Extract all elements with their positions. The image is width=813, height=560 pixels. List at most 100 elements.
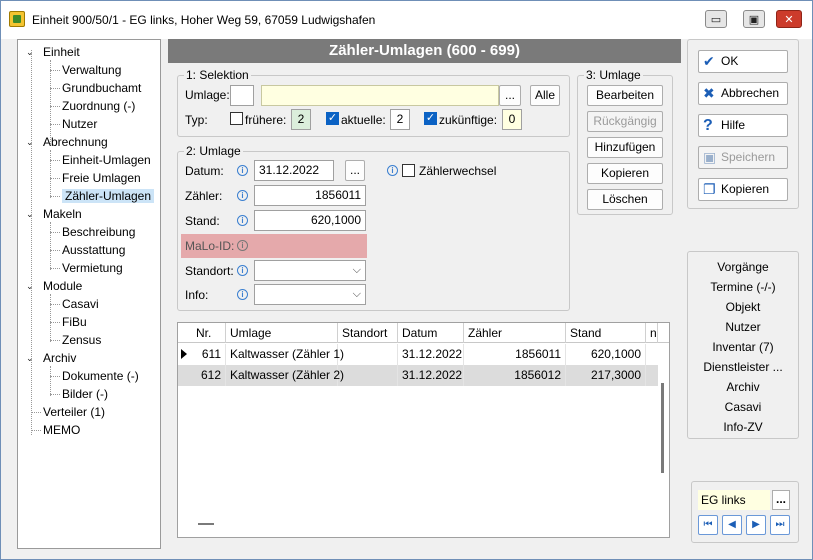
tree-item[interactable]: ⌄ Module: [26, 277, 82, 295]
speichern-button[interactable]: ▣ Speichern: [698, 146, 788, 169]
tree-item[interactable]: ⌄ Abrechnung: [26, 133, 108, 151]
cell-stand: 217,3000: [566, 365, 646, 386]
bearbeiten-button[interactable]: Bearbeiten: [587, 85, 663, 106]
datum-picker-button[interactable]: ...: [345, 160, 365, 181]
minimize-button[interactable]: ▭: [705, 10, 727, 28]
abbrechen-button[interactable]: ✖ Abbrechen: [698, 82, 788, 105]
malo-id-info-icon[interactable]: i: [237, 240, 248, 251]
unit-lookup-button[interactable]: ...: [772, 490, 790, 510]
tree-connector: [50, 196, 60, 197]
chevron-down-icon[interactable]: ⌄: [26, 43, 34, 61]
zaehler-table: Nr. Umlage Standort Datum Zähler Stand n…: [177, 322, 670, 538]
column-header-nr[interactable]: Nr.: [192, 323, 226, 343]
kopieren-button[interactable]: ❐ Kopieren: [698, 178, 788, 201]
tree-item[interactable]: FiBu: [62, 313, 87, 331]
umlage-name-input[interactable]: [261, 85, 499, 106]
chevron-down-icon[interactable]: ⌄: [26, 277, 34, 295]
datum-info-icon[interactable]: i: [237, 165, 248, 176]
nav-link[interactable]: Inventar (7): [688, 340, 798, 354]
chevron-down-icon[interactable]: ⌄: [26, 205, 34, 223]
next-record-button[interactable]: ▶: [746, 515, 766, 535]
tree-item[interactable]: Beschreibung: [62, 223, 135, 241]
stand-input[interactable]: 620,1000: [254, 210, 366, 231]
tree-item[interactable]: ⌄ Makeln: [26, 205, 82, 223]
aktuelle-checkbox[interactable]: ✓: [326, 112, 339, 125]
tree-item[interactable]: Dokumente (-): [62, 367, 139, 385]
tree-item[interactable]: Zähler-Umlagen: [62, 187, 155, 205]
aktuelle-count: 2: [390, 109, 410, 130]
maximize-button[interactable]: ▣: [743, 10, 765, 28]
tree-item[interactable]: Verteiler (1): [43, 403, 105, 421]
tree-item[interactable]: Grundbuchamt: [62, 79, 141, 97]
nav-link[interactable]: Casavi: [688, 400, 798, 414]
column-header-n[interactable]: n: [646, 323, 658, 343]
umlage-lookup-button[interactable]: ...: [499, 85, 521, 106]
tree-item-label: Makeln: [43, 207, 82, 221]
horizontal-scrollbar[interactable]: [198, 523, 214, 525]
chevron-down-icon[interactable]: ⌄: [26, 349, 34, 367]
hilfe-button[interactable]: ? Hilfe: [698, 114, 788, 137]
nav-link[interactable]: Info-ZV: [688, 420, 798, 434]
nav-link[interactable]: Nutzer: [688, 320, 798, 334]
tree-item[interactable]: Zuordnung (-): [62, 97, 135, 115]
tree-item[interactable]: Casavi: [62, 295, 99, 313]
hinzufuegen-button[interactable]: Hinzufügen: [587, 137, 663, 158]
table-row[interactable]: 612 Kaltwasser (Zähler 2) 31.12.2022 185…: [178, 365, 658, 386]
nav-link[interactable]: Objekt: [688, 300, 798, 314]
column-header-standort[interactable]: Standort: [338, 323, 398, 343]
app-icon: [9, 11, 25, 27]
info-select[interactable]: ⌵: [254, 284, 366, 305]
datum-input[interactable]: 31.12.2022: [254, 160, 334, 181]
column-header-zaehler[interactable]: Zähler: [464, 323, 566, 343]
previous-record-button[interactable]: ◀: [722, 515, 742, 535]
tree-item[interactable]: MEMO: [43, 421, 80, 439]
tree-item[interactable]: Bilder (-): [62, 385, 108, 403]
tree-item-label: Verteiler (1): [43, 405, 106, 419]
tree-item-label: Archiv: [43, 351, 77, 365]
tree-item[interactable]: Verwaltung: [62, 61, 121, 79]
tree-item[interactable]: Freie Umlagen: [62, 169, 141, 187]
close-button[interactable]: ✕: [776, 10, 802, 28]
zaehler-info-icon[interactable]: i: [237, 190, 248, 201]
nav-link[interactable]: Dienstleister ...: [688, 360, 798, 374]
tree-item[interactable]: ⌄ Archiv: [26, 349, 77, 367]
alle-button[interactable]: Alle: [530, 85, 560, 106]
first-record-button[interactable]: ⏮: [698, 515, 718, 535]
tree-item[interactable]: Zensus: [62, 331, 101, 349]
table-row[interactable]: 611 Kaltwasser (Zähler 1) 31.12.2022 185…: [178, 344, 658, 365]
datum-label: Datum:: [185, 164, 224, 178]
cell-zaehler: 1856012: [464, 365, 566, 386]
info-info-icon[interactable]: i: [237, 289, 248, 300]
umlage-code-input[interactable]: [230, 85, 254, 106]
vertical-scrollbar[interactable]: [661, 383, 664, 473]
tree-item[interactable]: Ausstattung: [62, 241, 125, 259]
ok-button[interactable]: ✔ OK: [698, 50, 788, 73]
fruehere-checkbox[interactable]: [230, 112, 243, 125]
tree-item[interactable]: ⌄ Einheit: [26, 43, 80, 61]
column-header-stand[interactable]: Stand: [566, 323, 646, 343]
column-header-datum[interactable]: Datum: [398, 323, 464, 343]
loeschen-button[interactable]: Löschen: [587, 189, 663, 210]
nav-link[interactable]: Archiv: [688, 380, 798, 394]
column-header-umlage[interactable]: Umlage: [226, 323, 338, 343]
zaehlerwechsel-info-icon[interactable]: i: [387, 165, 398, 176]
zukuenftige-checkbox[interactable]: ✓: [424, 112, 437, 125]
last-record-button[interactable]: ⏭: [770, 515, 790, 535]
tree-connector: [50, 268, 60, 269]
cell-nr: 612: [192, 365, 226, 386]
standort-info-icon[interactable]: i: [237, 265, 248, 276]
zaehlerwechsel-checkbox[interactable]: [402, 164, 415, 177]
tree-item[interactable]: Vermietung: [62, 259, 123, 277]
standort-select[interactable]: ⌵: [254, 260, 366, 281]
tree-item[interactable]: Einheit-Umlagen: [62, 151, 151, 169]
stand-info-icon[interactable]: i: [237, 215, 248, 226]
kopieren-umlage-button[interactable]: Kopieren: [587, 163, 663, 184]
zaehler-input[interactable]: 1856011: [254, 185, 366, 206]
rueckgaengig-button[interactable]: Rückgängig: [587, 111, 663, 132]
tree-item-label: Dokumente (-): [62, 369, 139, 383]
nav-link[interactable]: Termine (-/-): [688, 280, 798, 294]
tree-connector: [50, 304, 60, 305]
nav-link[interactable]: Vorgänge: [688, 260, 798, 274]
tree-item[interactable]: Nutzer: [62, 115, 97, 133]
chevron-down-icon[interactable]: ⌄: [26, 133, 34, 151]
